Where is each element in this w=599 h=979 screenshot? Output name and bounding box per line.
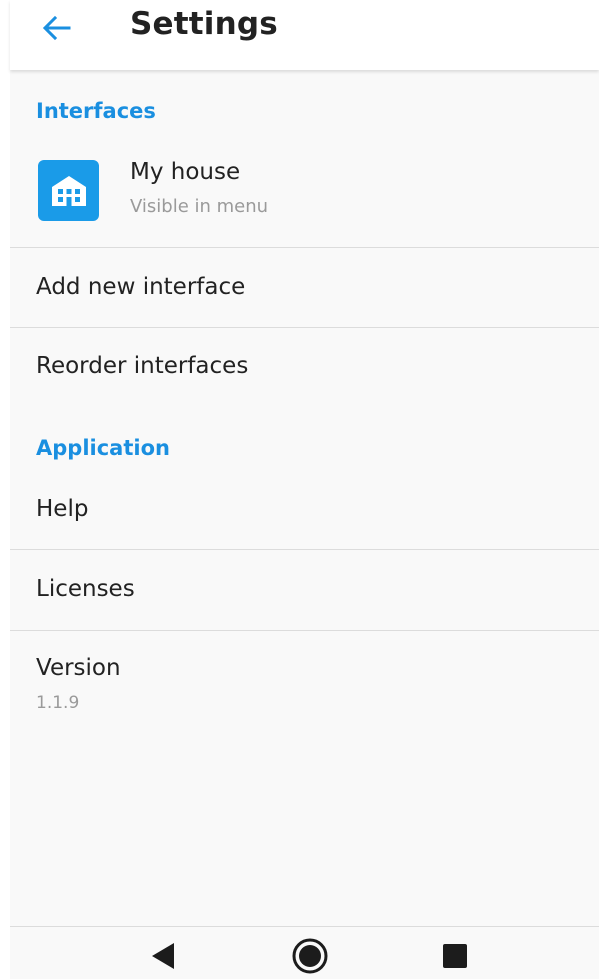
system-nav-bar bbox=[10, 926, 599, 979]
version-label: Version bbox=[36, 655, 121, 681]
nav-recents-button[interactable] bbox=[440, 941, 470, 971]
arrow-left-icon bbox=[42, 15, 71, 41]
square-recents-icon bbox=[443, 944, 467, 968]
house-icon bbox=[38, 160, 99, 221]
circle-home-icon bbox=[292, 938, 328, 974]
nav-home-button[interactable] bbox=[291, 937, 329, 975]
nav-back-button[interactable] bbox=[148, 940, 178, 972]
add-interface-label: Add new interface bbox=[36, 274, 246, 300]
licenses-label: Licenses bbox=[36, 576, 135, 602]
page-title: Settings bbox=[130, 6, 278, 42]
version-item[interactable]: Version 1.1.9 bbox=[10, 631, 599, 726]
licenses-item[interactable]: Licenses bbox=[10, 550, 599, 630]
interface-subtitle: Visible in menu bbox=[130, 196, 269, 217]
settings-content: Settings Interfaces My house Visible in … bbox=[10, 0, 599, 979]
house-glyph bbox=[51, 175, 86, 206]
section-header-application: Application bbox=[36, 436, 170, 460]
section-header-interfaces: Interfaces bbox=[36, 99, 156, 123]
screen: Settings Interfaces My house Visible in … bbox=[0, 0, 599, 979]
add-interface-item[interactable]: Add new interface bbox=[10, 248, 599, 327]
interface-title: My house bbox=[130, 159, 241, 185]
version-value: 1.1.9 bbox=[36, 693, 80, 713]
app-bar: Settings bbox=[10, 0, 599, 70]
interface-item-my-house[interactable]: My house Visible in menu bbox=[10, 145, 599, 247]
reorder-interfaces-item[interactable]: Reorder interfaces bbox=[10, 328, 599, 398]
back-button[interactable] bbox=[34, 6, 78, 50]
help-label: Help bbox=[36, 496, 89, 522]
help-item[interactable]: Help bbox=[10, 472, 599, 549]
triangle-back-icon bbox=[152, 943, 174, 969]
reorder-interfaces-label: Reorder interfaces bbox=[36, 353, 249, 379]
